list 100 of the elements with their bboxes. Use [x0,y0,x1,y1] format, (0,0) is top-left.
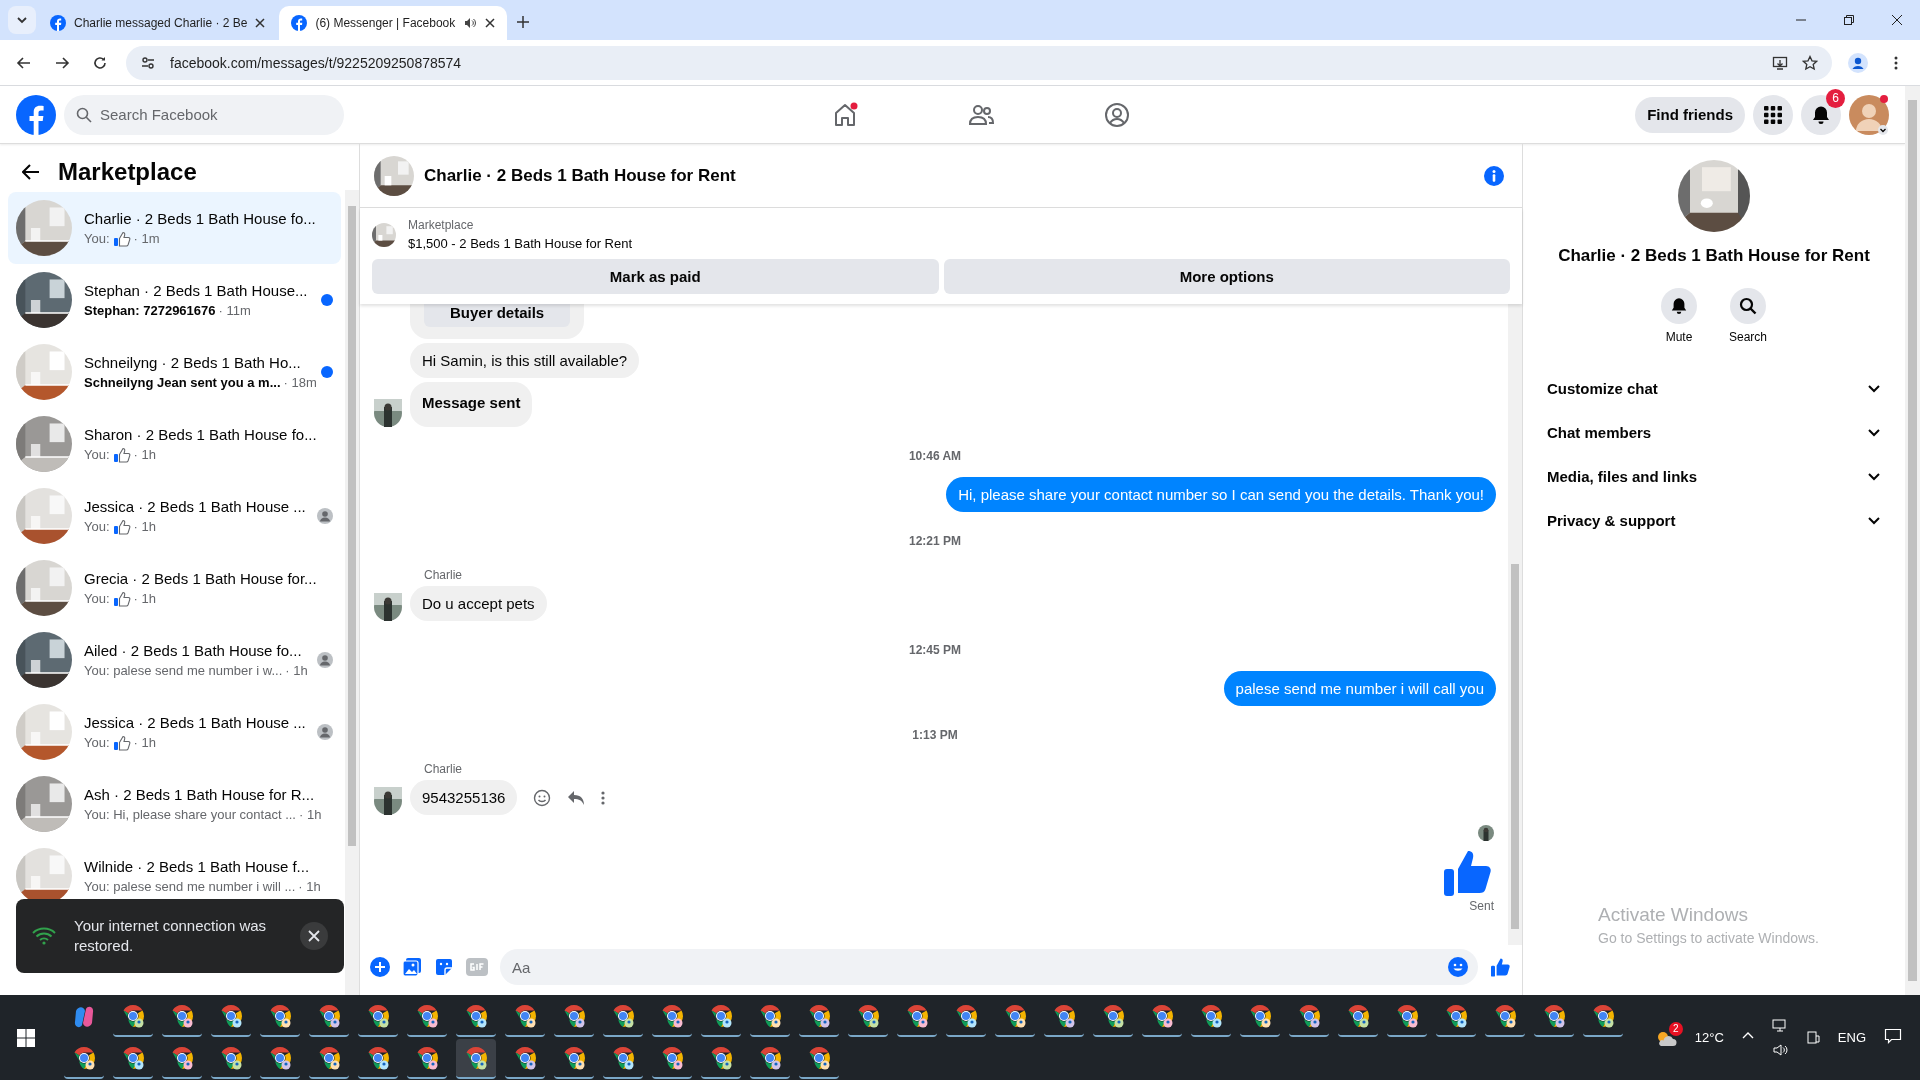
browser-icon[interactable] [456,1038,496,1079]
search-field[interactable]: Search Facebook [64,94,344,135]
bell-icon [1670,297,1688,315]
conversation-item[interactable]: Ailed · 2 Beds 1 Bath House fo... You: palese send me number i w... · 1h [8,624,341,696]
account-avatar-icon[interactable] [1849,94,1889,135]
conversation-item[interactable]: Sharon · 2 Beds 1 Bath House fo... You: · 1h [8,408,341,480]
address-bar[interactable]: facebook.com/messages/t/9225209250878574 [126,45,1832,80]
message-preview: Stephan: 7272961676 [84,303,216,318]
find-friends-button[interactable]: Find friends [1635,96,1745,133]
scrollbar[interactable] [1905,86,1920,995]
network-icon[interactable] [1771,1018,1788,1033]
seen-avatar-icon [1478,825,1494,841]
message-preview: You: [84,447,110,462]
toast-message: Your internet connection was restored. [74,915,268,956]
temperature[interactable]: 12°C [1694,1030,1724,1045]
activation-notice-title: Activate Windows [1598,904,1749,926]
conversation-item[interactable]: Grecia · 2 Beds 1 Bath House for... You: · 1h [8,552,341,624]
conversation-title: Ash · 2 Beds 1 Bath House for R... [84,786,316,803]
timestamp: 12:45 PM [909,643,961,657]
tab-search-button[interactable] [8,6,36,34]
language-indicator[interactable]: ENG [1837,1030,1866,1045]
conversation-title: Jessica · 2 Beds 1 Bath House ... [84,713,305,731]
message-bubble: Hi, please share your contact number so I can send you the details. Thank you! [946,477,1496,512]
scrollbar-thumb[interactable] [1511,564,1519,929]
bell-icon[interactable] [1811,104,1831,125]
details-section[interactable]: Customize chat [1539,366,1889,410]
message-bubble: Do u accept pets [410,586,547,621]
conversation-item[interactable]: Schneilyng · 2 Beds 1 Bath Ho... Schneilyng Jean sent you a m... · 18m [8,336,341,408]
message-time: · 1h [298,879,321,894]
speaker-icon[interactable] [1771,1042,1788,1057]
close-icon[interactable] [485,18,496,28]
message-preview: You: [84,735,110,750]
info-icon[interactable] [1484,165,1504,186]
menu-icon[interactable] [1753,94,1793,135]
chat-title: Charlie · 2 Beds 1 Bath House for Rent [424,165,736,186]
buyer-details-button[interactable]: Buyer details [424,304,571,327]
conversation-title: Sharon · 2 Beds 1 Bath House fo... [84,425,318,443]
conversation-title: Ailed · 2 Beds 1 Bath House fo... [84,642,303,659]
message-input[interactable]: Aa [500,949,1478,985]
conversation-item[interactable]: Ash · 2 Beds 1 Bath House for R... You: Hi, please share your contact ... · 1h [8,768,341,840]
details-section[interactable]: Privacy & support [1539,498,1889,542]
logo-icon [50,15,66,31]
logo-icon[interactable] [16,94,56,135]
message-bubble: Message sent [410,382,533,427]
message-preview: You: palese send me number i will ... [84,879,296,894]
conversation-title: Charlie · 2 Beds 1 Bath House fo... [84,209,317,227]
weather-badge: 2 [1668,1021,1683,1036]
sticker-icon[interactable] [434,957,454,977]
conversation-title: Stephan · 2 Beds 1 Bath House... [84,282,309,299]
timestamp: 1:13 PM [912,728,958,742]
listing-title[interactable]: $1,500 - 2 Beds 1 Bath House for Rent [408,236,633,251]
message-time: · 1m [133,231,160,246]
message-bubble: palese send me number i will call you [1223,671,1496,706]
react-icon[interactable] [533,788,552,807]
timestamp: 12:21 PM [909,534,961,548]
device-icon[interactable] [1805,1030,1820,1045]
details-section[interactable]: Chat members [1539,410,1889,454]
conversation-item[interactable]: Stephan · 2 Beds 1 Bath House... Stephan: 7272961676 · 11m [8,264,341,336]
start-icon[interactable] [14,1028,38,1047]
conversation-item[interactable]: Charlie · 2 Beds 1 Bath House fo... You: · 1m [8,192,341,264]
speaker-icon[interactable] [463,16,478,30]
close-icon[interactable] [255,18,266,28]
more-icon[interactable] [601,789,606,806]
message-time: · 18m [283,375,317,390]
scrollbar-thumb[interactable] [348,206,356,846]
plus-icon[interactable] [370,957,390,977]
browser-tab[interactable]: Charlie messaged Charlie · 2 Be [38,6,278,40]
conversation-title: Wilnide · 2 Beds 1 Bath House f... [84,858,311,875]
message-time: · 1h [133,447,156,462]
thumbs-up-icon[interactable] [1490,957,1512,977]
message-time: · 1h [299,807,322,822]
listing-action-button[interactable]: More options [943,259,1510,294]
conversation-item[interactable]: Jessica · 2 Beds 1 Bath House ... You: · 1h [8,696,341,768]
sender-name: Charlie [423,568,463,582]
back-arrow-icon[interactable] [22,163,40,181]
conversation-item[interactable]: Jessica · 2 Beds 1 Bath House ... You: · 1h [8,480,341,552]
close-icon[interactable] [300,922,328,950]
timestamp: 10:46 AM [908,449,962,463]
message-preview: Schneilyng Jean sent you a m... [84,375,281,390]
scrollbar-thumb[interactable] [1908,100,1917,981]
message-time: · 1h [285,663,308,678]
scrollbar[interactable] [1508,304,1522,945]
message-time: · 1h [133,519,156,534]
scrollbar[interactable] [345,190,359,995]
caret-icon [16,14,28,26]
notification-badge: 6 [1826,88,1845,108]
listing-action-button[interactable]: Mark as paid [372,259,939,294]
browser-tab[interactable]: (6) Messenger | Facebook [279,6,508,40]
sender-name: Charlie [423,762,463,776]
photo-icon[interactable] [402,957,422,977]
search-icon [1739,297,1757,315]
message-time: · 1h [133,591,156,606]
reply-icon[interactable] [567,789,586,806]
emoji-icon[interactable] [1448,957,1468,977]
conversation-title: Jessica · 2 Beds 1 Bath House ... [84,497,305,515]
message-bubble: Hi Samin, is this still available? [410,343,640,378]
message-preview: You: [84,591,110,606]
details-section[interactable]: Media, files and links [1539,454,1889,498]
conversation-title: Grecia · 2 Beds 1 Bath House for... [84,569,318,587]
profile-circle-icon[interactable] [1102,100,1131,129]
